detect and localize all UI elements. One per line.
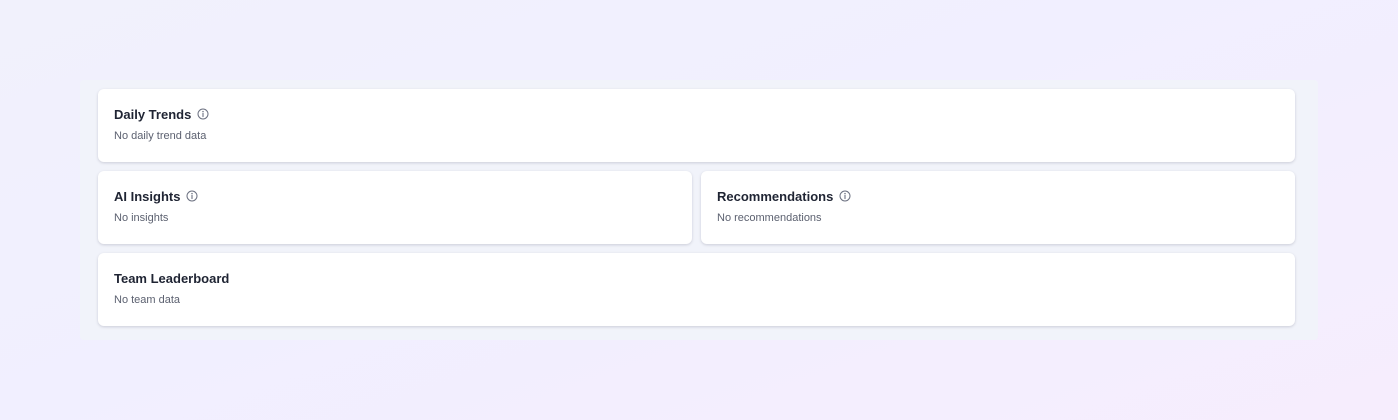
team-leaderboard-card: Team Leaderboard No team data — [98, 253, 1295, 326]
daily-trends-title: Daily Trends — [114, 106, 192, 122]
recommendations-card: Recommendations No recommendations — [701, 171, 1295, 244]
team-leaderboard-title: Team Leaderboard — [114, 270, 230, 286]
info-icon[interactable] — [185, 190, 198, 203]
recommendations-empty-text: No recommendations — [717, 212, 822, 224]
card-header: Recommendations — [717, 187, 1279, 205]
team-leaderboard-empty-text: No team data — [114, 294, 181, 306]
ai-insights-empty-text: No insights — [114, 212, 169, 224]
recommendations-title: Recommendations — [717, 188, 834, 204]
ai-insights-card: AI Insights No insights — [98, 171, 692, 244]
card-header: Daily Trends — [114, 105, 1279, 123]
info-icon[interactable] — [196, 108, 209, 121]
card-header: Team Leaderboard — [114, 269, 1279, 287]
daily-trends-card: Daily Trends No daily trend data — [98, 89, 1295, 162]
ai-insights-title: AI Insights — [114, 188, 181, 204]
card-header: AI Insights — [114, 187, 676, 205]
info-icon[interactable] — [838, 190, 851, 203]
daily-trends-empty-text: No daily trend data — [114, 130, 207, 142]
